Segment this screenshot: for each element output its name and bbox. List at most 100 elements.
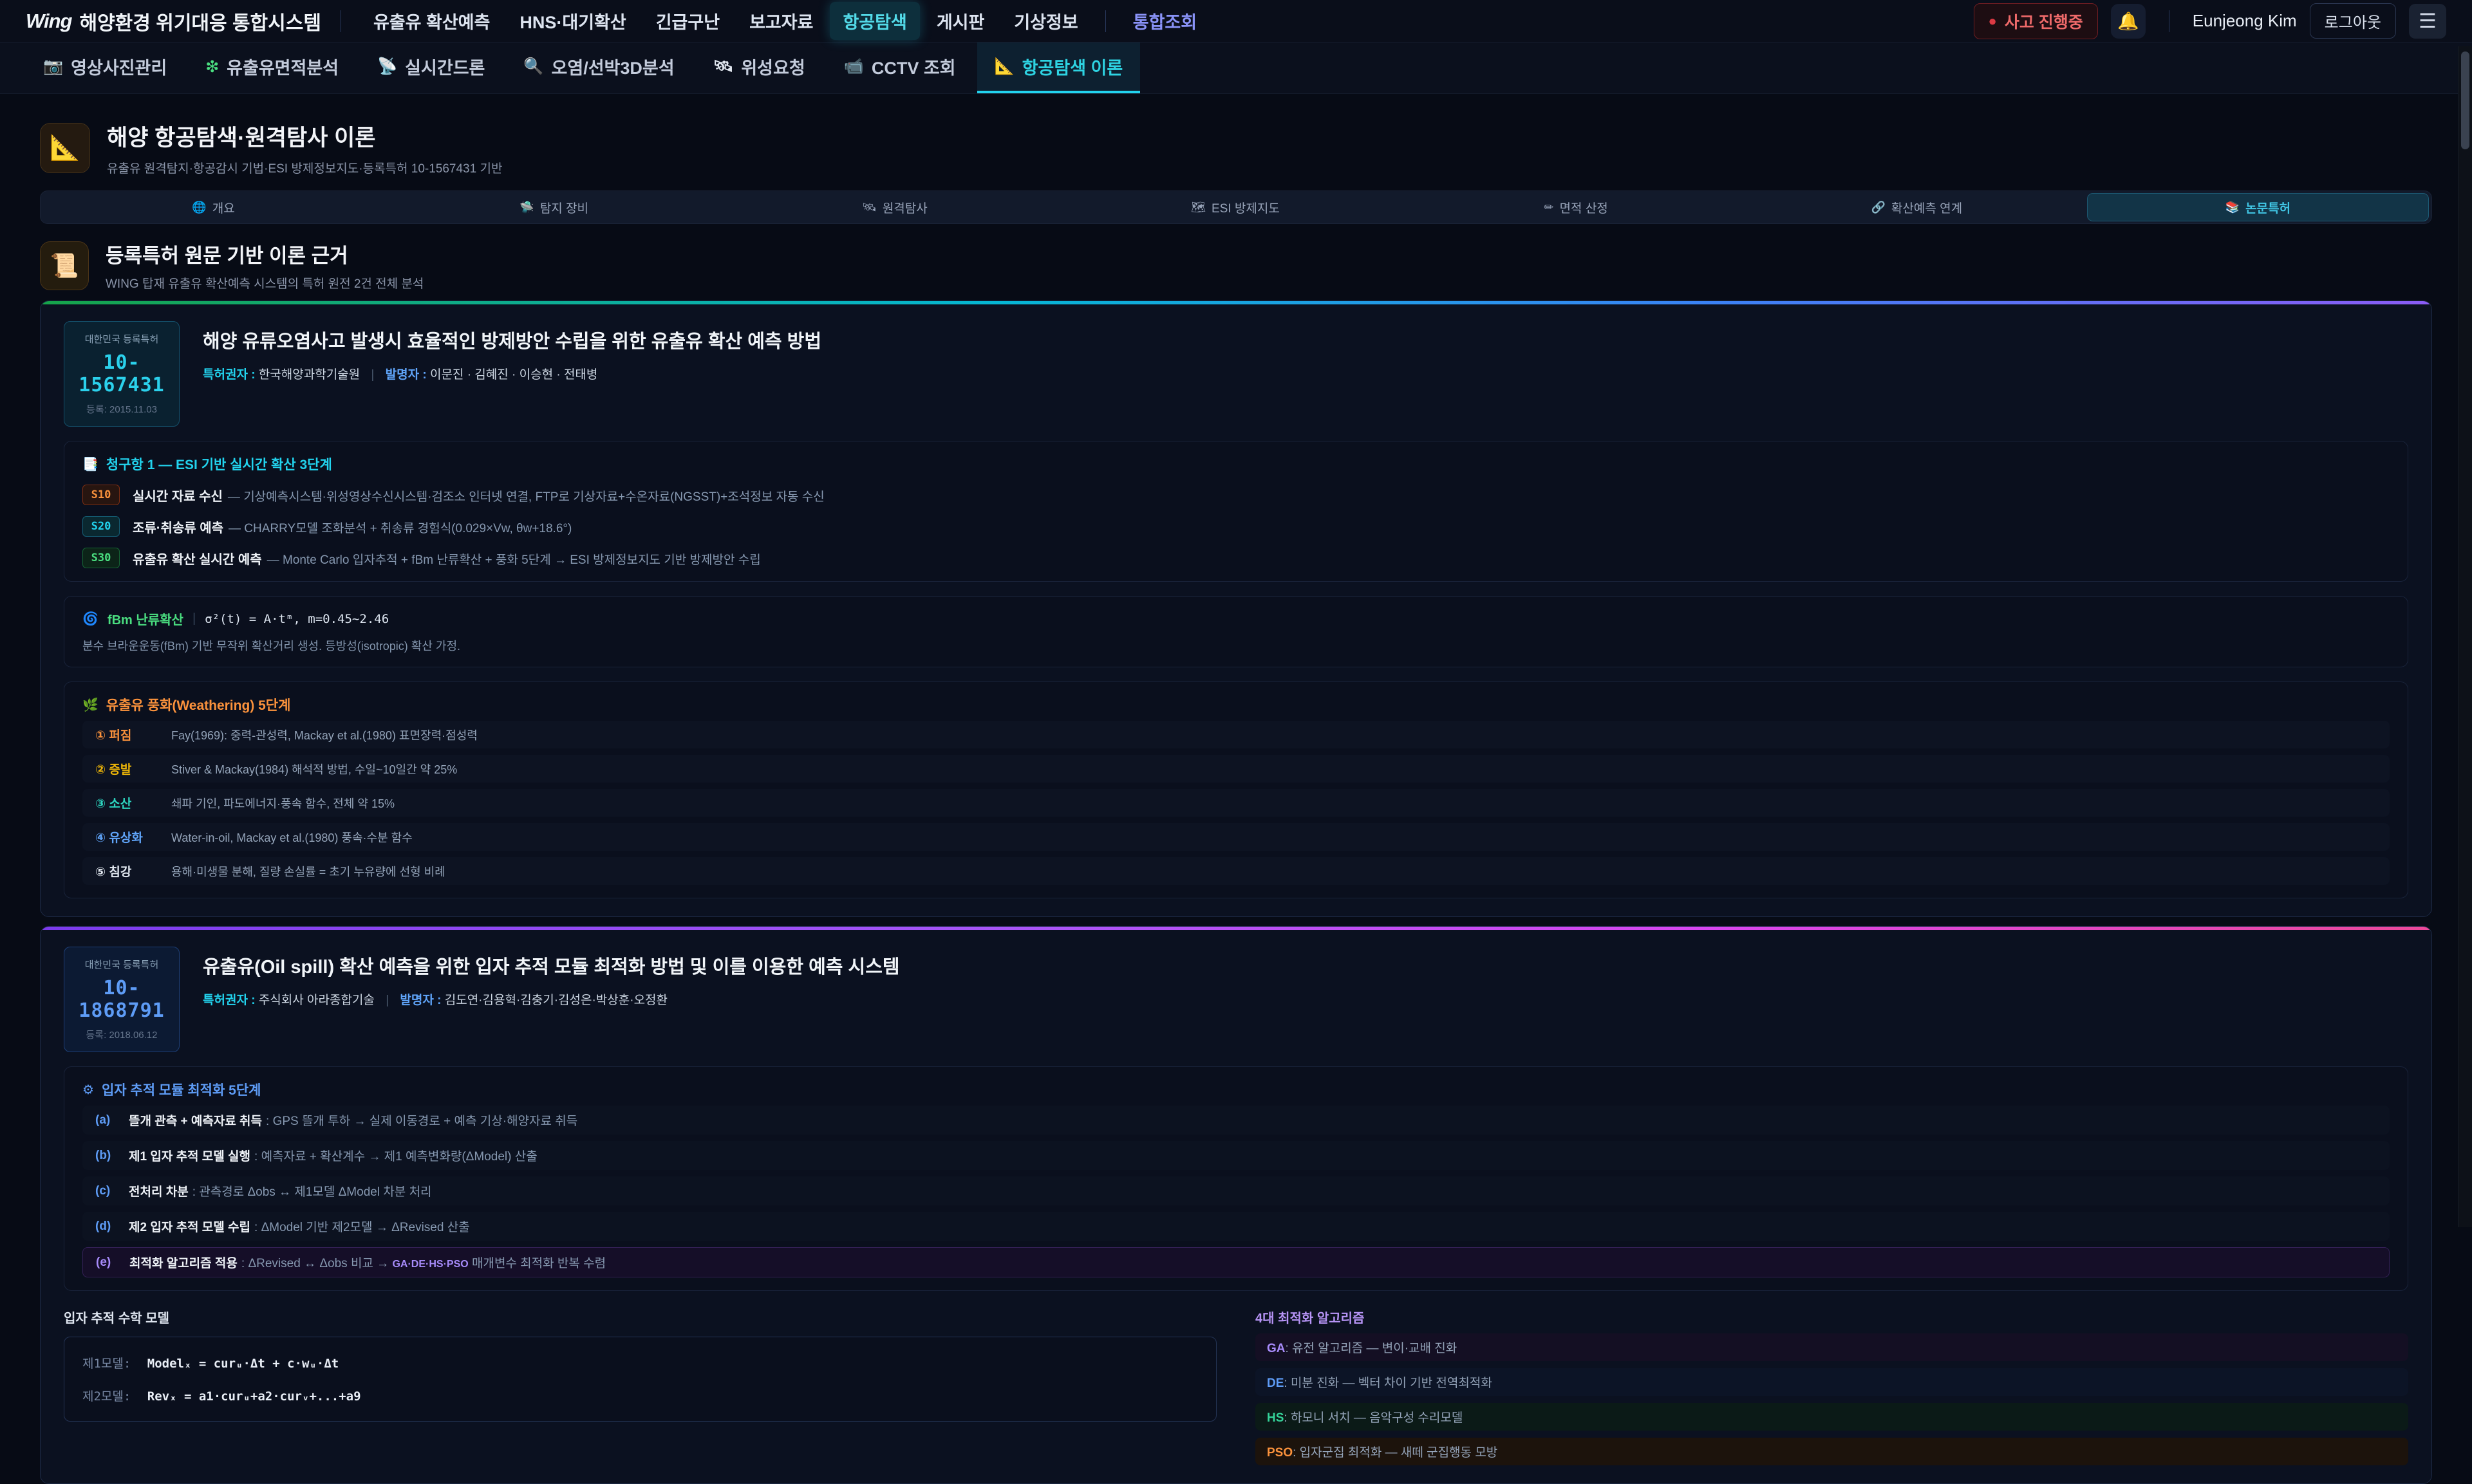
nav-item-board[interactable]: 게시판 [924,2,998,40]
patent-country: 대한민국 등록특허 [70,958,174,971]
nav-item-integrated-search[interactable]: 통합조회 [1120,2,1210,40]
page-header: 📐 해양 항공탐색·원격탐사 이론 유출유 원격탐지·항공감시 기법·ESI 방… [40,120,2432,176]
topnav-right: ● 사고 진행중 🔔 Eunjeong Kim 로그아웃 ☰ [1974,3,2446,39]
step-desc: — Monte Carlo 입자추적 + fBm 난류확산 + 풍화 5단계 →… [267,553,761,567]
owner-value: 주식회사 아라종합기술 [259,994,375,1007]
patent-title: 유출유(Oil spill) 확산 예측을 위한 입자 추적 모듈 최적화 방법… [203,952,900,979]
algorithm-desc: : 하모니 서치 — 음악구성 수리모델 [1284,1411,1463,1425]
scrollbar-thumb[interactable] [2461,51,2469,149]
step-desc-pre: : ΔRevised ↔ Δobs 비교 → [241,1257,393,1270]
tab-papers-patents[interactable]: 📚 논문특허 [2087,193,2429,221]
pencil-icon: ✏ [1544,201,1553,214]
nav-item-aerial-search[interactable]: 항공탐색 [830,2,919,40]
status-badge-label: 사고 진행중 [2005,10,2083,33]
model-1-line: 제1모델: Modelₓ = curᵤ·Δt + c·wᵤ·Δt [82,1354,1198,1371]
page-title: 해양 항공탐색·원격탐사 이론 [107,120,502,153]
algorithms-title: 4대 최적화 알고리즘 [1255,1308,2408,1326]
notification-button[interactable]: 🔔 [2111,4,2146,39]
tab-label: 탐지 장비 [540,199,588,216]
nav-item-spill-prediction[interactable]: 유출유 확산예측 [360,2,503,40]
weathering-stage-desc: 용해·미생물 분해, 질량 손실률 = 초기 누유량에 선형 비례 [171,863,445,880]
owner-label: 특허권자 : [203,368,256,382]
optimization-step-b: (b) 제1 입자 추적 모델 실행: 예측자료 + 확산계수 → 제1 예측변… [82,1141,2390,1170]
step-key: (b) [95,1149,129,1163]
app-logo[interactable]: Wing 해양환경 위기대응 통합시스템 [26,7,321,35]
step-desc: — CHARRY모델 조화분석 + 취송류 경험식(0.029×Vw, θw+1… [229,522,572,535]
tab-prediction-link[interactable]: 🔗 확산예측 연계 [1746,193,2087,221]
fbm-divider: | [192,611,196,626]
tab-area-calculation[interactable]: ✏ 면적 산정 [1406,193,1746,221]
tab-label: 논문특허 [2245,199,2290,216]
patent-number: 10-1567431 [70,351,174,396]
patent-1-header: 대한민국 등록특허 10-1567431 등록: 2015.11.03 해양 유… [64,321,2408,427]
nav-divider-2 [1105,10,1106,32]
algorithms-panel: 4대 최적화 알고리즘 GA: 유전 알고리즘 — 변이·교배 진화 DE: 미… [1255,1308,2408,1465]
inventor-label: 발명자 : [386,368,427,382]
fbm-description: 분수 브라운운동(fBm) 기반 무작위 확산거리 생성. 등방성(isotro… [82,637,2390,654]
weathering-row-sedimentation: ⑤ 침강 용해·미생물 분해, 질량 손실률 = 초기 누유량에 선형 비례 [82,857,2390,885]
weathering-title: 유출유 풍화(Weathering) 5단계 [106,695,291,714]
weathering-row-emulsification: ④ 유상화 Water-in-oil, Mackay et al.(1980) … [82,823,2390,851]
patent-number-badge: 대한민국 등록특허 10-1567431 등록: 2015.11.03 [64,321,180,427]
patent-meta: 특허권자 : 주식회사 아라종합기술 | 발명자 : 김도연·김용혁·김충기·김… [203,990,900,1008]
tab-label: 원격탐사 [883,199,928,216]
claims-title: 청구항 1 — ESI 기반 실시간 확산 3단계 [106,454,332,474]
patent-meta: 특허권자 : 한국해양과학기술원 | 발명자 : 이문진 · 김혜진 · 이승현… [203,365,821,382]
tab-detection-equipment[interactable]: 🛸 탐지 장비 [384,193,724,221]
top-nav: Wing 해양환경 위기대응 통합시스템 유출유 확산예측 HNS·대기확산 긴… [0,0,2472,42]
subtab-photo-management[interactable]: 📷 영상사진관리 [26,42,184,93]
subtab-label: 유출유면적분석 [227,54,339,79]
claim-step-s30: S30 유출유 확산 실시간 예측— Monte Carlo 입자추적 + fB… [82,548,2390,568]
books-icon: 📚 [2225,201,2240,214]
algorithm-row-hs: HS: 하모니 서치 — 음악구성 수리모델 [1255,1403,2408,1431]
nav-item-emergency-rescue[interactable]: 긴급구난 [643,2,733,40]
tab-esi-map[interactable]: 🗺 ESI 방제지도 [1065,193,1405,221]
weathering-stage-desc: 쇄파 기인, 파도에너지·풍속 함수, 전체 약 15% [171,795,395,812]
subtab-pollution-ship-3d[interactable]: 🔍 오염/선박3D분석 [506,42,691,93]
logout-button[interactable]: 로그아웃 [2310,3,2396,39]
step-label: 최적화 알고리즘 적용 [129,1257,238,1270]
algorithm-row-de: DE: 미분 진화 — 벡터 차이 기반 전역최적화 [1255,1368,2408,1396]
section-header: 📜 등록특허 원문 기반 이론 근거 WING 탑재 유출유 확산예측 시스템의… [40,239,2432,292]
step-desc: : GPS 뜰개 투하 → 실제 이동경로 + 예측 기상·해양자료 취득 [266,1115,577,1128]
incident-status-badge[interactable]: ● 사고 진행중 [1974,3,2098,39]
subtab-label: 위성요청 [741,54,805,79]
patent-reg-date: 등록: 2015.11.03 [70,402,174,416]
subtab-oil-area-analysis[interactable]: ❇ 유출유면적분석 [188,42,356,93]
inventor-label: 발명자 : [400,994,441,1007]
nav-item-weather[interactable]: 기상정보 [1001,2,1091,40]
page-scrollbar[interactable] [2458,46,2472,1227]
optimization-step-c: (c) 전처리 차분: 관측경로 Δobs ↔ 제1모델 ΔModel 차분 처… [82,1176,2390,1205]
subtab-realtime-drone[interactable]: 📡 실시간드론 [360,42,502,93]
page-icon-box: 📐 [40,123,90,173]
step-label: 유출유 확산 실시간 예측 [133,553,262,567]
model-2-label: 제2모델: [82,1389,131,1404]
patent-number: 10-1868791 [70,977,174,1022]
weathering-stage-label: ④ 유상화 [95,828,171,846]
main-menu: 유출유 확산예측 HNS·대기확산 긴급구난 보고자료 항공탐색 게시판 기상정… [360,2,1210,40]
tab-remote-sensing[interactable]: 🛰 원격탐사 [724,193,1065,221]
meta-separator: | [386,994,389,1007]
subtab-cctv[interactable]: 📹 CCTV 조회 [827,42,973,93]
main-content: 📐 해양 항공탐색·원격탐사 이론 유출유 원격탐지·항공감시 기법·ESI 방… [0,120,2472,1484]
algorithm-desc: : 입자군집 최적화 — 새떼 군집행동 모방 [1293,1446,1497,1460]
step-key: (e) [96,1256,129,1270]
step-badge: S20 [82,516,120,537]
tab-label: ESI 방제지도 [1212,199,1280,216]
step-label: 제1 입자 추적 모델 실행 [129,1150,250,1164]
gear-icon: ⚙ [82,1082,94,1098]
hamburger-menu-button[interactable]: ☰ [2409,4,2446,39]
sub-nav: 📷 영상사진관리 ❇ 유출유면적분석 📡 실시간드론 🔍 오염/선박3D분석 🛰… [0,42,2472,94]
tab-overview[interactable]: 🌐 개요 [43,193,384,221]
model-1-formula: Modelₓ = curᵤ·Δt + c·wᵤ·Δt [147,1357,339,1371]
nav-item-hns-atmosphere[interactable]: HNS·대기확산 [507,2,639,40]
subtab-satellite-request[interactable]: 🛰 위성요청 [696,42,823,93]
owner-label: 특허권자 : [203,994,256,1007]
subtab-label: 항공탐색 이론 [1022,54,1123,79]
owner-value: 한국해양과학기술원 [259,368,360,382]
app-title: 해양환경 위기대응 통합시스템 [79,7,321,35]
subtab-aerial-search-theory[interactable]: 📐 항공탐색 이론 [977,42,1141,93]
patent-number-badge: 대한민국 등록특허 10-1868791 등록: 2018.06.12 [64,947,180,1052]
optimization-step-a: (a) 뜰개 관측 + 예측자료 취득: GPS 뜰개 투하 → 실제 이동경로… [82,1106,2390,1135]
nav-item-reports[interactable]: 보고자료 [736,2,826,40]
